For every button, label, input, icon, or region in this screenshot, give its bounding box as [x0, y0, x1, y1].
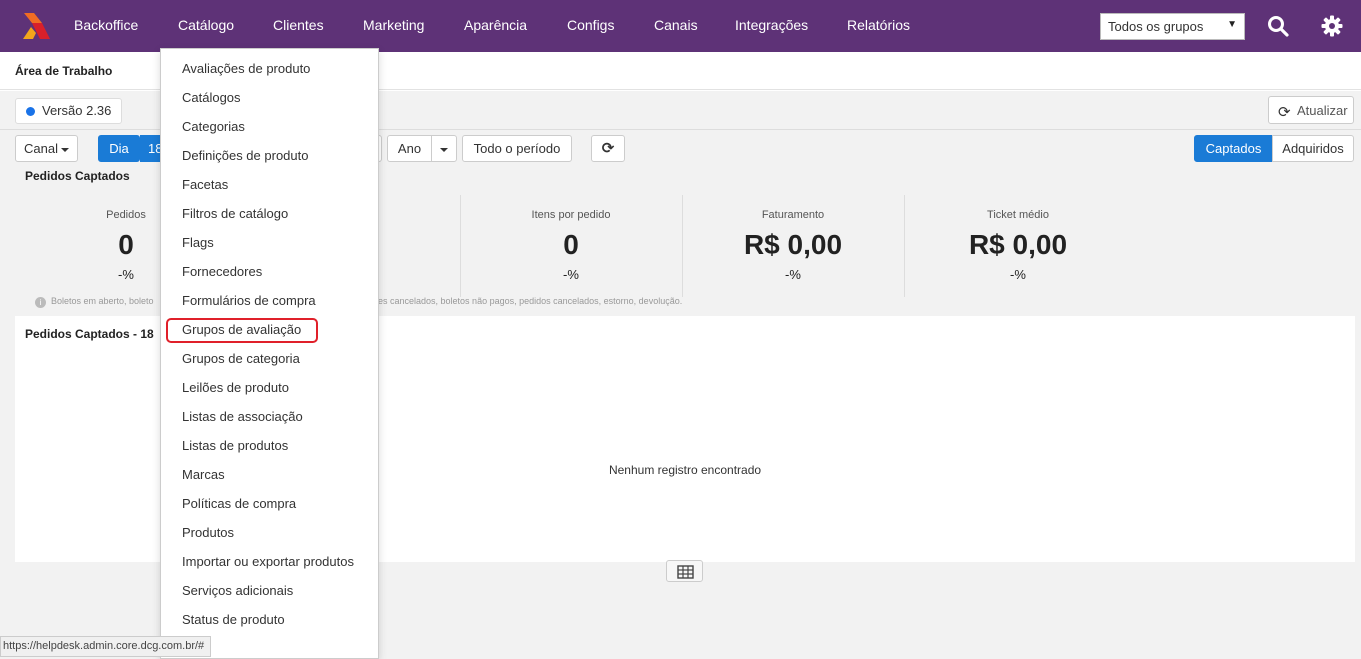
canal-dropdown[interactable]: Canal: [15, 135, 78, 162]
summary-note-right: es cancelados, boletos não pagos, pedido…: [378, 296, 682, 306]
group-select-value: Todos os grupos: [1108, 19, 1204, 34]
menu-item-formularios-de-compra[interactable]: Formulários de compra: [182, 293, 316, 308]
table-grid-icon: [677, 565, 694, 579]
metric-pct: -%: [1010, 267, 1026, 282]
menu-item-produtos[interactable]: Produtos: [182, 525, 234, 540]
refresh-label: Atualizar: [1297, 103, 1348, 118]
caret-down-icon: [440, 147, 448, 152]
metric-ticket-medio: Ticket médio R$ 0,00 -%: [907, 195, 1129, 297]
caret-down-icon: [60, 147, 69, 152]
period-day-label: Dia: [109, 141, 129, 156]
menu-item-categorias[interactable]: Categorias: [182, 119, 245, 134]
reload-button[interactable]: ⟳: [591, 135, 625, 162]
tab-captados-label: Captados: [1205, 141, 1262, 156]
metric-value: 0: [563, 229, 579, 260]
refresh-icon: ⟳: [1278, 104, 1291, 121]
nav-relatorios[interactable]: Relatórios: [847, 17, 910, 33]
panel-title: Pedidos Captados - 18: [25, 327, 154, 341]
menu-item-listas-de-produtos[interactable]: Listas de produtos: [182, 438, 288, 453]
canal-label: Canal: [24, 141, 58, 156]
metric-label: Itens por pedido: [531, 209, 611, 221]
menu-item-importar-exportar-produtos[interactable]: Importar ou exportar produtos: [182, 554, 354, 569]
menu-item-status-de-produto[interactable]: Status de produto: [182, 612, 285, 627]
tab-adquiridos-label: Adquiridos: [1282, 141, 1344, 156]
nav-backoffice[interactable]: Backoffice: [74, 17, 138, 33]
tab-captados[interactable]: Captados: [1194, 135, 1273, 162]
period-year-label: Ano: [397, 141, 422, 156]
nav-clientes[interactable]: Clientes: [273, 17, 324, 33]
period-day-value[interactable]: 18: [140, 135, 162, 162]
menu-item-catalogos[interactable]: Catálogos: [182, 90, 241, 105]
metric-pct: -%: [563, 267, 579, 282]
menu-item-grupos-de-categoria[interactable]: Grupos de categoria: [182, 351, 300, 366]
menu-item-filtros-de-catalogo[interactable]: Filtros de catálogo: [182, 206, 288, 221]
info-icon: i: [35, 297, 46, 308]
gear-icon[interactable]: [1320, 14, 1344, 38]
group-select[interactable]: Todos os grupos ▼: [1100, 13, 1245, 40]
nav-aparencia[interactable]: Aparência: [464, 17, 527, 33]
period-all-button[interactable]: Todo o período: [462, 135, 572, 162]
metric-value: R$ 0,00: [743, 229, 843, 260]
metric-label: Ticket médio: [987, 209, 1049, 221]
period-year-dropdown[interactable]: [431, 135, 457, 162]
menu-item-avaliacoes-de-produto[interactable]: Avaliações de produto: [182, 61, 310, 76]
menu-item-definicoes-de-produto[interactable]: Definições de produto: [182, 148, 308, 163]
status-url: https://helpdesk.admin.core.dcg.com.br/#: [0, 636, 212, 657]
nav-configs[interactable]: Configs: [567, 17, 614, 33]
version-badge: Versão 2.36: [15, 98, 123, 124]
top-navbar: Backoffice Catálogo Clientes Marketing A…: [0, 0, 1361, 52]
menu-item-servicos-adicionais[interactable]: Serviços adicionais: [182, 583, 293, 598]
menu-item-facetas[interactable]: Facetas: [182, 177, 228, 192]
select-arrow-icon: ▼: [1227, 19, 1237, 30]
version-label: Versão 2.36: [42, 103, 112, 118]
nav-catalogo[interactable]: Catálogo: [178, 17, 234, 33]
nav-integracoes[interactable]: Integrações: [735, 17, 808, 33]
status-dot-icon: [26, 107, 35, 116]
menu-item-marcas[interactable]: Marcas: [182, 467, 225, 482]
menu-item-listas-de-associacao[interactable]: Listas de associação: [182, 409, 303, 424]
summary-note: i Boletos em aberto, boleto: [35, 296, 154, 308]
period-year-button[interactable]: Ano: [387, 135, 432, 162]
table-view-button[interactable]: [666, 560, 703, 582]
metric-label: Faturamento: [761, 209, 825, 221]
page-title: Área de Trabalho: [15, 64, 113, 78]
menu-item-flags[interactable]: Flags: [182, 235, 214, 250]
metric-itens-por-pedido: Itens por pedido 0 -%: [460, 195, 682, 297]
metric-pct: -%: [785, 267, 801, 282]
highlight-box: [166, 318, 318, 343]
menu-item-leiloes-de-produto[interactable]: Leilões de produto: [182, 380, 289, 395]
note-text-left: Boletos em aberto, boleto: [51, 296, 154, 306]
menu-item-politicas-de-compra[interactable]: Políticas de compra: [182, 496, 296, 511]
summary-title: Pedidos Captados: [25, 169, 130, 183]
refresh-button[interactable]: ⟳ Atualizar: [1268, 96, 1354, 124]
catalog-menu: Avaliações de produto Catálogos Categori…: [160, 48, 379, 659]
search-icon[interactable]: [1266, 14, 1290, 38]
metric-faturamento: Faturamento R$ 0,00 -%: [682, 195, 904, 297]
period-day-button[interactable]: Dia: [98, 135, 140, 162]
nav-marketing[interactable]: Marketing: [363, 17, 424, 33]
metric-value: R$ 0,00: [968, 229, 1068, 260]
nav-canais[interactable]: Canais: [654, 17, 698, 33]
note-text-right: es cancelados, boletos não pagos, pedido…: [378, 296, 683, 306]
brand-logo-icon[interactable]: [20, 10, 52, 42]
tab-adquiridos[interactable]: Adquiridos: [1272, 135, 1354, 162]
metric-divider: [904, 195, 905, 297]
reload-icon: ⟳: [601, 140, 615, 157]
period-all-label: Todo o período: [473, 141, 561, 156]
menu-item-fornecedores[interactable]: Fornecedores: [182, 264, 262, 279]
